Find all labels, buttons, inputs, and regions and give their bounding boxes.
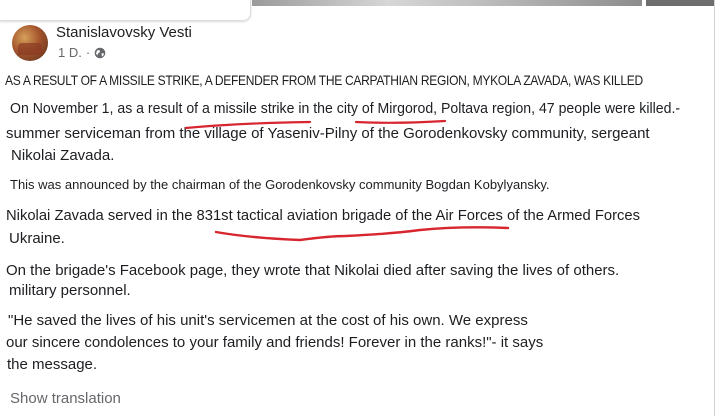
globe-icon <box>94 47 106 59</box>
post-line-2: summer serviceman from the village of Ya… <box>6 125 650 142</box>
previous-post-card <box>0 0 251 21</box>
page-name[interactable]: Stanislavovsky Vesti <box>56 24 192 41</box>
post-line-7: On the brigade's Facebook page, they wro… <box>6 262 620 279</box>
post-meta: 1 D. · <box>58 45 106 60</box>
post-line-4: This was announced by the chairman of th… <box>10 177 550 192</box>
post-line-11: the message. <box>7 356 98 373</box>
post-line-6: Ukraine. <box>9 230 65 247</box>
post-line-1: On November 1, as a result of a missile … <box>10 100 681 117</box>
feed-border <box>714 0 715 416</box>
red-underline-brigade <box>214 226 510 242</box>
previous-post-image-edge <box>646 0 714 6</box>
post-headline: AS A RESULT OF A MISSILE STRIKE, A DEFEN… <box>5 72 643 88</box>
page-avatar[interactable] <box>12 25 48 61</box>
post-line-5: Nikolai Zavada served in the 831st tacti… <box>6 207 641 224</box>
previous-post-image <box>252 0 642 6</box>
post-time[interactable]: 1 D. <box>58 45 82 60</box>
post-line-8: military personnel. <box>9 282 131 299</box>
red-underline-mirgorod <box>354 119 447 124</box>
post-line-9: "He saved the lives of his unit's servic… <box>8 312 528 329</box>
post-line-10: our sincere condolences to your family a… <box>6 334 544 351</box>
show-translation-link[interactable]: Show translation <box>10 390 121 407</box>
post-line-3: Nikolai Zavada. <box>11 147 115 164</box>
